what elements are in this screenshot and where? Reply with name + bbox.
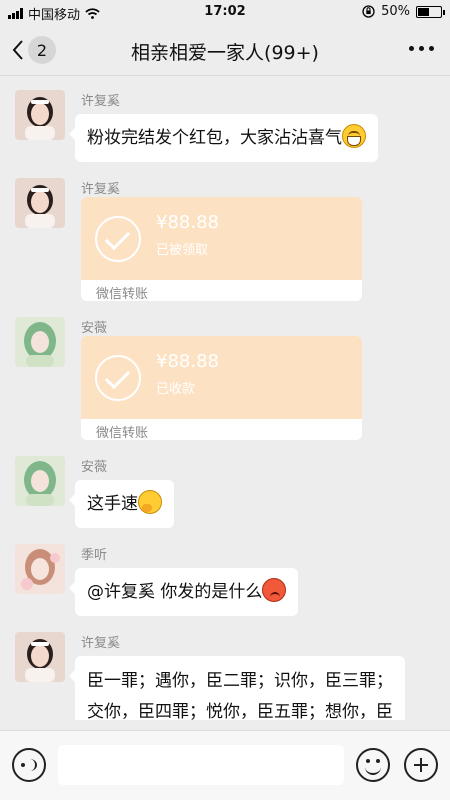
transfer-amount: ¥88.88 bbox=[156, 351, 219, 372]
emoji-icon[interactable] bbox=[356, 748, 390, 782]
avatar-xufuxi[interactable] bbox=[15, 90, 65, 140]
grin-emoji-icon bbox=[342, 124, 366, 148]
avatar-anwei[interactable] bbox=[15, 317, 65, 367]
message-bubble[interactable]: 这手速 bbox=[69, 480, 174, 528]
message-input[interactable] bbox=[58, 745, 344, 785]
avatar-xufuxi[interactable] bbox=[15, 178, 65, 228]
unread-count-badge: 2 bbox=[28, 36, 56, 64]
message-bubble[interactable]: @许复奚 你发的是什么 bbox=[68, 568, 299, 616]
battery-fill bbox=[418, 7, 429, 16]
check-icon bbox=[95, 216, 141, 262]
message-bubble[interactable]: 臣一罪；遇你，臣二罪；识你，臣三罪；交你，臣四罪；悦你，臣五罪；想你，臣六罪；顾… bbox=[69, 656, 405, 720]
battery-percent: 50% bbox=[381, 4, 410, 19]
transfer-status: 已被领取 bbox=[156, 243, 209, 258]
avatar-xufuxi[interactable] bbox=[15, 632, 65, 682]
orientation-lock-icon bbox=[362, 5, 375, 18]
sender-name: 许复奚 bbox=[81, 636, 121, 651]
plus-icon[interactable] bbox=[404, 748, 438, 782]
message-bubble[interactable]: 粉妆完结发个红包，大家沾沾喜气 bbox=[69, 114, 378, 162]
more-icon[interactable] bbox=[409, 46, 434, 51]
angry-emoji-icon bbox=[262, 578, 287, 602]
chat-title: 相亲相爱一家人(99+) bbox=[131, 42, 319, 64]
transfer-card[interactable]: ¥88.88 已被领取 微信转账 bbox=[81, 197, 362, 301]
check-icon bbox=[95, 355, 141, 401]
sender-name: 季听 bbox=[81, 548, 108, 563]
battery-icon bbox=[416, 5, 445, 18]
avatar-anwei[interactable] bbox=[15, 456, 65, 506]
transfer-label: 微信转账 bbox=[96, 426, 149, 440]
transfer-amount: ¥88.88 bbox=[156, 212, 219, 233]
message-text: 臣一罪；遇你，臣二罪；识你，臣三罪；交你，臣四罪；悦你，臣五罪；想你，臣六罪；顾… bbox=[87, 671, 393, 720]
transfer-status: 已收款 bbox=[156, 382, 196, 397]
chevron-left-icon bbox=[12, 40, 23, 60]
message-text: 这手速 bbox=[87, 494, 138, 514]
sender-name: 安薇 bbox=[81, 321, 108, 336]
message-text: 粉妆完结发个红包，大家沾沾喜气 bbox=[87, 128, 342, 148]
message-text: @许复奚 你发的是什么 bbox=[87, 582, 263, 602]
transfer-label: 微信转账 bbox=[96, 287, 149, 301]
back-button[interactable]: 2 bbox=[12, 36, 56, 64]
chat-header: 2 相亲相爱一家人(99+) bbox=[0, 24, 450, 76]
voice-icon[interactable] bbox=[12, 748, 46, 782]
thinking-emoji-icon bbox=[138, 490, 162, 514]
transfer-card[interactable]: ¥88.88 已收款 微信转账 bbox=[81, 336, 362, 440]
input-bar bbox=[0, 730, 450, 800]
sender-name: 安薇 bbox=[81, 460, 108, 475]
avatar-jiting[interactable] bbox=[15, 544, 65, 594]
status-bar: 中国移动 17:02 50% bbox=[0, 0, 450, 24]
sender-name: 许复奚 bbox=[81, 94, 121, 109]
sender-name: 许复奚 bbox=[81, 182, 121, 197]
message-list[interactable]: 许复奚 粉妆完结发个红包，大家沾沾喜气 许复奚 ¥88.88 已被领取 微信转账… bbox=[0, 77, 450, 720]
